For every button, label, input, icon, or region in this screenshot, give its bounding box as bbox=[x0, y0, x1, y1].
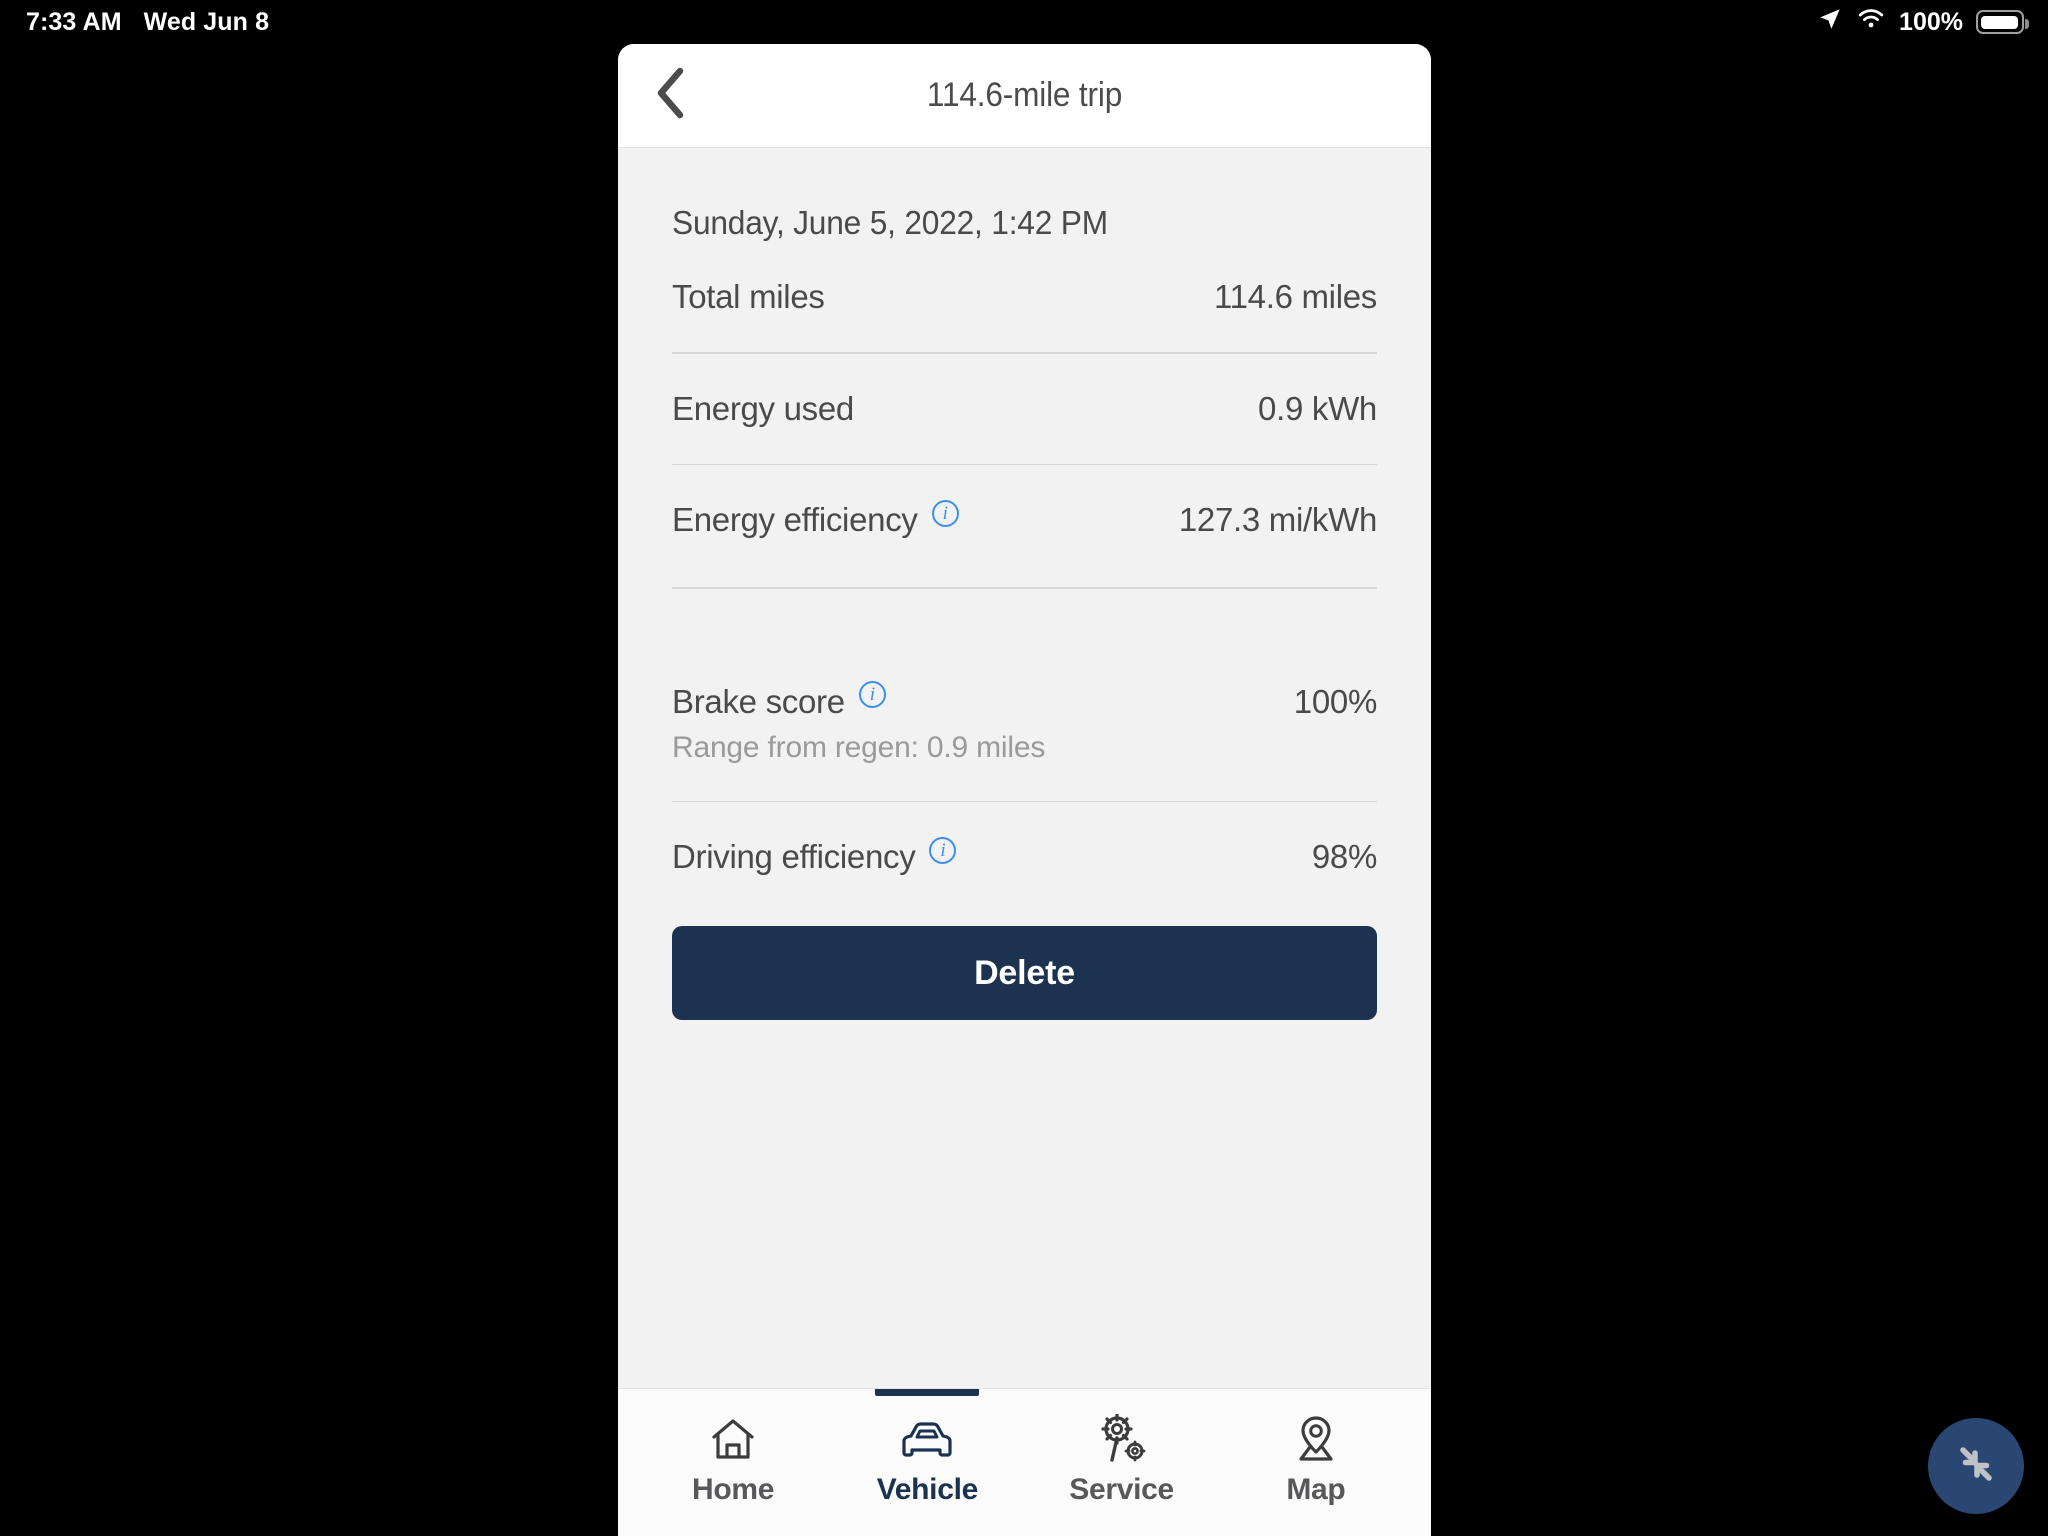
row-label: Brake score i bbox=[672, 681, 1045, 721]
collapse-floating-button[interactable] bbox=[1928, 1418, 2024, 1514]
map-pin-icon bbox=[1291, 1411, 1341, 1467]
detail-subtext-range-from-regen: Range from regen: 0.9 miles bbox=[672, 730, 1046, 764]
status-bar: 7:33 AM Wed Jun 8 100% bbox=[0, 0, 2048, 44]
row-label: Energy used bbox=[672, 390, 854, 428]
row-label: Driving efficiency i bbox=[672, 836, 957, 876]
detail-row-driving-efficiency: Driving efficiency i 98% bbox=[672, 802, 1377, 876]
tab-map[interactable]: Map bbox=[1219, 1389, 1413, 1536]
tab-service[interactable]: Service bbox=[1025, 1389, 1219, 1536]
info-icon[interactable]: i bbox=[931, 499, 959, 527]
info-icon[interactable]: i bbox=[929, 836, 957, 864]
wifi-icon bbox=[1856, 7, 1886, 38]
trip-details-content: Sunday, June 5, 2022, 1:42 PM Total mile… bbox=[618, 148, 1431, 1388]
collapse-arrows-icon bbox=[1949, 1437, 2003, 1496]
detail-value-energy-used: 0.9 kWh bbox=[1258, 389, 1377, 427]
detail-row-energy-efficiency: Energy efficiency i 127.3 mi/kWh bbox=[672, 465, 1377, 539]
tab-label-service: Service bbox=[1069, 1473, 1174, 1506]
location-arrow-icon bbox=[1817, 6, 1843, 39]
status-bar-right: 100% bbox=[1817, 6, 2029, 39]
home-icon bbox=[708, 1411, 758, 1467]
status-bar-left: 7:33 AM Wed Jun 8 bbox=[26, 8, 269, 37]
detail-label-energy-used: Energy used bbox=[672, 389, 854, 427]
info-icon[interactable]: i bbox=[858, 681, 886, 708]
tab-label-home: Home bbox=[692, 1473, 775, 1506]
phone-app-panel: 114.6-mile trip Sunday, June 5, 2022, 1:… bbox=[618, 44, 1431, 1536]
detail-value-total-miles: 114.6 miles bbox=[1213, 278, 1377, 315]
status-time: 7:33 AM bbox=[26, 7, 122, 36]
page-title: 114.6-mile trip bbox=[926, 76, 1123, 114]
tab-label-map: Map bbox=[1286, 1473, 1346, 1506]
bottom-tab-bar: Home Vehicle Service Map bbox=[618, 1388, 1431, 1536]
detail-value-energy-efficiency: 127.3 mi/kWh bbox=[1178, 501, 1377, 538]
screen-root: 7:33 AM Wed Jun 8 100% 114.6-mile trip S… bbox=[0, 0, 2048, 1536]
car-icon bbox=[899, 1411, 955, 1467]
app-header: 114.6-mile trip bbox=[618, 44, 1431, 148]
trip-datetime: Sunday, June 5, 2022, 1:42 PM bbox=[672, 204, 1108, 241]
row-label: Total miles bbox=[672, 278, 825, 316]
detail-label-total-miles: Total miles bbox=[672, 278, 825, 315]
detail-row-brake-score: Brake score i Range from regen: 0.9 mile… bbox=[672, 647, 1377, 765]
detail-value-driving-efficiency: 98% bbox=[1311, 838, 1377, 875]
status-date: Wed Jun 8 bbox=[143, 7, 270, 36]
detail-label-energy-efficiency: Energy efficiency bbox=[672, 501, 918, 538]
tab-label-vehicle: Vehicle bbox=[876, 1473, 979, 1506]
tab-home[interactable]: Home bbox=[636, 1389, 830, 1536]
tab-vehicle[interactable]: Vehicle bbox=[830, 1389, 1024, 1536]
row-label: Energy efficiency i bbox=[672, 499, 959, 539]
delete-button[interactable]: Delete bbox=[672, 926, 1377, 1020]
detail-label-driving-efficiency: Driving efficiency bbox=[672, 838, 916, 875]
detail-row-energy-used: Energy used 0.9 kWh bbox=[672, 354, 1377, 428]
wrench-gear-icon bbox=[1096, 1411, 1148, 1467]
detail-label-brake-score: Brake score bbox=[672, 682, 845, 720]
detail-row-total-miles: Total miles 114.6 miles bbox=[672, 242, 1377, 316]
brake-score-label-group: Brake score i Range from regen: 0.9 mile… bbox=[672, 681, 1046, 765]
battery-icon bbox=[1976, 10, 2029, 34]
detail-value-brake-score: 100% bbox=[1293, 682, 1378, 720]
active-tab-indicator bbox=[875, 1389, 980, 1396]
battery-percent-label: 100% bbox=[1899, 7, 1963, 36]
